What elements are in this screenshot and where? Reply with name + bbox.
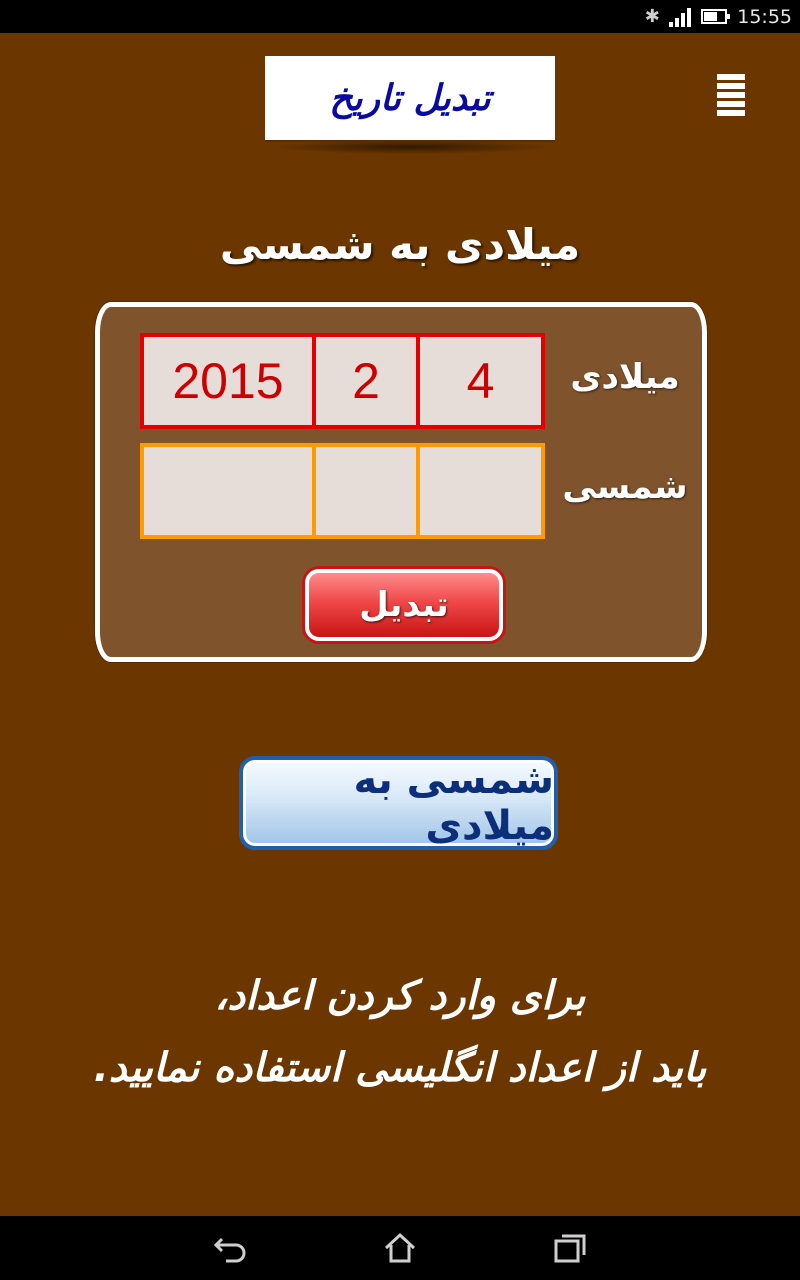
navigation-bar: [0, 1216, 800, 1280]
title-shadow: [272, 140, 550, 154]
converter-panel: 2015 2 4 میلادی شمسی تبدیل: [95, 302, 707, 662]
back-icon[interactable]: [208, 1226, 252, 1270]
gregorian-day-input[interactable]: 4: [416, 337, 541, 425]
recents-icon[interactable]: [548, 1226, 592, 1270]
convert-button[interactable]: تبدیل: [305, 569, 503, 641]
instruction-note: برای وارد کردن اعداد، باید از اعداد انگل…: [40, 960, 760, 1104]
battery-icon: [701, 9, 731, 24]
persian-year-output[interactable]: [144, 447, 312, 535]
app-title: تبدیل تاریخ: [329, 77, 491, 119]
switch-mode-button[interactable]: شمسی به میلادی: [239, 756, 558, 850]
signal-icon: [669, 7, 692, 27]
bluetooth-icon: ✱: [644, 6, 660, 27]
status-icons: ✱ 15:55: [645, 0, 792, 33]
instruction-line-1: برای وارد کردن اعداد،: [214, 973, 586, 1019]
persian-month-output[interactable]: [312, 447, 416, 535]
gregorian-month-input[interactable]: 2: [312, 337, 416, 425]
hamburger-menu-icon[interactable]: [717, 74, 745, 116]
status-bar: ✱ 15:55: [0, 0, 800, 33]
status-clock: 15:55: [737, 5, 792, 28]
section-title: میلادی به شمسی: [219, 220, 581, 269]
gregorian-date-row: 2015 2 4: [140, 333, 545, 429]
gregorian-year-input[interactable]: 2015: [144, 337, 312, 425]
persian-label: شمسی: [562, 467, 688, 507]
app-title-box: تبدیل تاریخ: [265, 56, 555, 140]
persian-day-output[interactable]: [416, 447, 541, 535]
instruction-line-2: باید از اعداد انگلیسی استفاده نمایید.: [93, 1045, 707, 1091]
home-icon[interactable]: [378, 1226, 422, 1270]
gregorian-label: میلادی: [570, 357, 680, 397]
persian-date-row: [140, 443, 545, 539]
